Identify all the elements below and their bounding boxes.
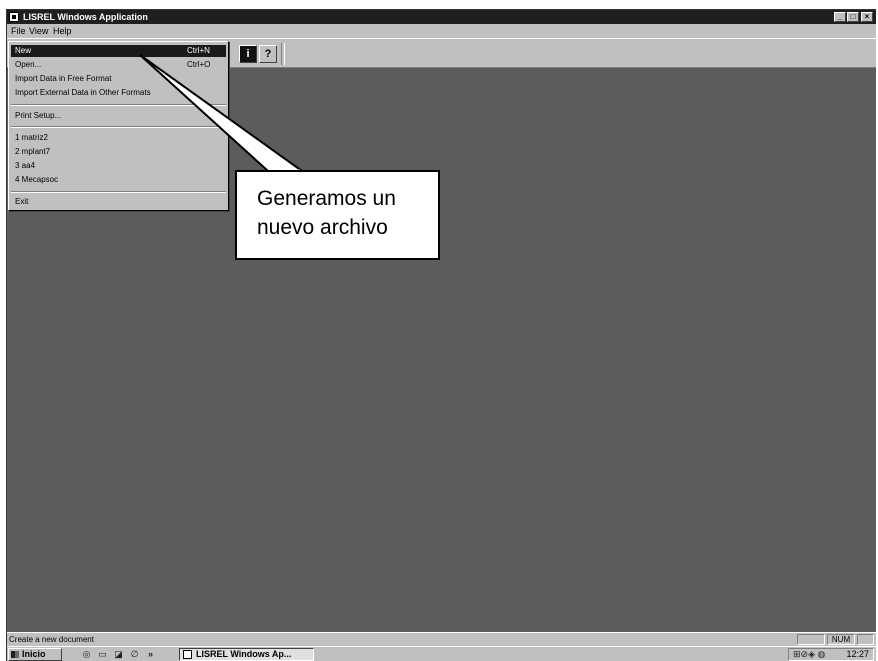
callout-line-1: Generamos un: [257, 187, 396, 210]
callout-pointer: [139, 54, 306, 173]
callout-text: Generamos un nuevo archivo: [257, 184, 396, 242]
annotation-callout: Generamos un nuevo archivo: [235, 170, 440, 260]
callout-line-2: nuevo archivo: [257, 216, 388, 239]
